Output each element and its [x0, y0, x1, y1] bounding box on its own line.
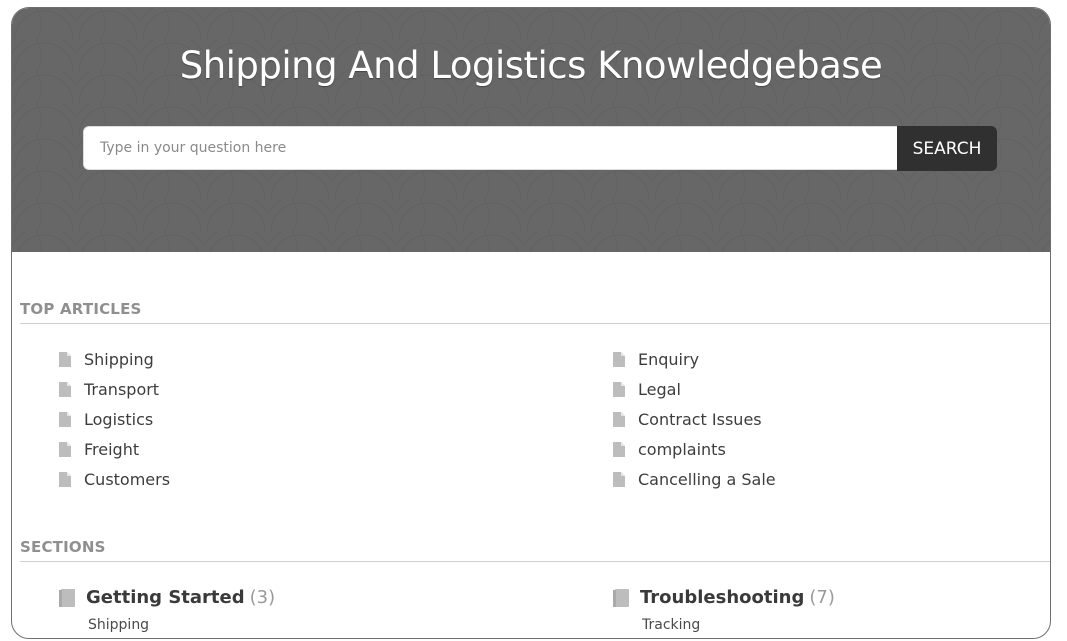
- section-article-link[interactable]: Tracking: [642, 617, 835, 633]
- top-articles-left-list: Shipping Transport Logistics Freight Cus…: [59, 344, 170, 494]
- article-item[interactable]: complaints: [613, 434, 776, 464]
- search-input[interactable]: [83, 126, 897, 170]
- document-icon: [613, 471, 625, 487]
- article-link[interactable]: complaints: [638, 440, 726, 459]
- document-icon: [613, 441, 625, 457]
- article-item[interactable]: Legal: [613, 374, 776, 404]
- book-icon: [613, 588, 629, 607]
- article-link[interactable]: Transport: [84, 380, 159, 399]
- document-icon: [59, 471, 71, 487]
- article-link[interactable]: Logistics: [84, 410, 153, 429]
- section-getting-started: Getting Started (3) Shipping: [59, 587, 275, 633]
- article-link[interactable]: Shipping: [84, 350, 154, 369]
- article-link[interactable]: Freight: [84, 440, 139, 459]
- document-icon: [59, 381, 71, 397]
- article-link[interactable]: Cancelling a Sale: [638, 470, 776, 489]
- book-icon: [59, 588, 75, 607]
- article-link[interactable]: Enquiry: [638, 350, 699, 369]
- search-form: SEARCH: [83, 126, 997, 172]
- article-item[interactable]: Cancelling a Sale: [613, 464, 776, 494]
- top-articles-right-list: Enquiry Legal Contract Issues complaints…: [613, 344, 776, 494]
- top-articles-heading: TOP ARTICLES: [20, 300, 1050, 324]
- article-item[interactable]: Freight: [59, 434, 170, 464]
- section-title-row[interactable]: Getting Started (3): [59, 587, 275, 608]
- section-title[interactable]: Getting Started: [86, 587, 245, 608]
- document-icon: [59, 411, 71, 427]
- section-title-row[interactable]: Troubleshooting (7): [613, 587, 835, 608]
- article-item[interactable]: Transport: [59, 374, 170, 404]
- sections-heading: SECTIONS: [20, 538, 1050, 562]
- document-icon: [613, 351, 625, 367]
- section-article-count: (3): [249, 587, 276, 608]
- section-article-count: (7): [809, 587, 835, 608]
- article-item[interactable]: Customers: [59, 464, 170, 494]
- section-article-link[interactable]: Shipping: [88, 617, 275, 633]
- section-title[interactable]: Troubleshooting: [640, 587, 804, 608]
- article-item[interactable]: Contract Issues: [613, 404, 776, 434]
- article-link[interactable]: Legal: [638, 380, 681, 399]
- document-icon: [59, 351, 71, 367]
- document-icon: [59, 441, 71, 457]
- article-link[interactable]: Customers: [84, 470, 170, 489]
- article-item[interactable]: Shipping: [59, 344, 170, 374]
- article-item[interactable]: Logistics: [59, 404, 170, 434]
- document-icon: [613, 381, 625, 397]
- search-button[interactable]: SEARCH: [897, 126, 997, 171]
- hero-banner: Shipping And Logistics Knowledgebase SEA…: [12, 8, 1050, 252]
- article-link[interactable]: Contract Issues: [638, 410, 762, 429]
- article-item[interactable]: Enquiry: [613, 344, 776, 374]
- page-title: Shipping And Logistics Knowledgebase: [179, 44, 883, 87]
- document-icon: [613, 411, 625, 427]
- section-troubleshooting: Troubleshooting (7) Tracking: [613, 587, 835, 633]
- kb-page-frame: Shipping And Logistics Knowledgebase SEA…: [11, 7, 1051, 639]
